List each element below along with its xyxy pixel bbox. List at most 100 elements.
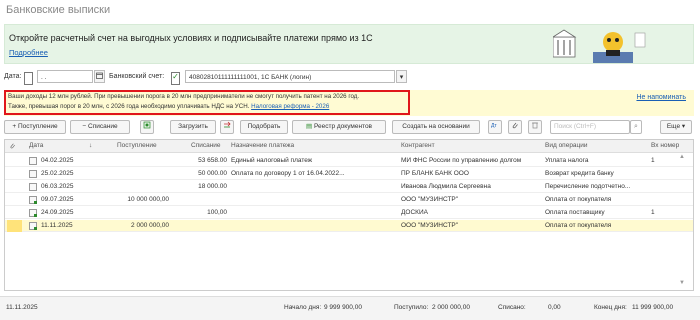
sort-desc-icon: ↓ (89, 142, 93, 149)
end-balance-label: Конец дня: (594, 304, 627, 311)
dt-kt-icon: Дт (491, 123, 497, 129)
table-row[interactable]: 24.09.2025 100,00 ДОСКИА Оплата поставщи… (5, 207, 693, 219)
row-date: 04.02.2025 (41, 157, 74, 164)
attach-button[interactable] (508, 120, 522, 134)
row-expense: 53 658.00 (198, 157, 227, 164)
row-counterparty: ПР БЛАНК БАНК ООО (401, 170, 469, 177)
row-operation: Оплата от покупателя (545, 222, 612, 229)
row-expense: 18 000.00 (198, 183, 227, 190)
row-counterparty: ДОСКИА (401, 209, 428, 216)
add-expense-button[interactable]: − Списание (70, 120, 130, 134)
row-counterparty: Иванова Людмила Сергеевна (401, 183, 491, 190)
exchange-button[interactable] (220, 120, 234, 134)
tax-notice-banner: Ваши доходы 12 млн рублей. При превышени… (4, 90, 694, 116)
start-balance-value: 9 999 900,00 (324, 304, 362, 311)
attachment-column-icon (9, 142, 16, 151)
notice-line-2: Также, превышая порог в 20 млн, с 2026 г… (8, 103, 329, 110)
row-purpose: Оплата по договору 1 от 16.04.2022... (231, 170, 345, 177)
header-purpose[interactable]: Назначение платежа (231, 142, 294, 149)
match-button[interactable]: Подобрать (240, 120, 288, 134)
date-label: Дата: (4, 73, 22, 80)
document-registry-button[interactable]: ▤ Реестр документов (292, 120, 386, 134)
settings-button[interactable]: Дт (488, 120, 502, 134)
scroll-down-arrow[interactable]: ▼ (679, 280, 687, 288)
toolbar: + Поступление − Списание Загрузить Подоб… (4, 120, 694, 135)
row-date: 25.02.2025 (41, 170, 74, 177)
row-operation: Возврат кредита банку (545, 170, 614, 177)
footer-date: 11.11.2025 (6, 304, 38, 311)
row-operation: Уплата налога (545, 157, 589, 164)
start-balance-label: Начало дня: (284, 304, 322, 311)
header-expense[interactable]: Списание (191, 142, 221, 149)
document-button[interactable] (140, 120, 154, 134)
account-filter-checkbox[interactable]: ✓ (171, 72, 180, 85)
header-counterparty[interactable]: Контрагент (401, 142, 435, 149)
statements-table: Дата ↓ Поступление Списание Назначение п… (4, 139, 694, 291)
table-header: Дата ↓ Поступление Списание Назначение п… (5, 140, 693, 153)
dont-remind-link[interactable]: Не напоминать (636, 94, 686, 101)
table-row[interactable]: 06.03.2025 18 000.00 Иванова Людмила Сер… (5, 181, 693, 193)
table-row[interactable]: 04.02.2025 53 658.00 Единый налоговый пл… (5, 155, 693, 167)
row-income: 10 000 000,00 (127, 196, 169, 203)
table-row-selected[interactable]: 11.11.2025 2 000 000,00 ООО "МУЗИНСТР" О… (5, 220, 693, 232)
table-row[interactable]: 09.07.2025 10 000 000,00 ООО "МУЗИНСТР" … (5, 194, 693, 206)
income-total-label: Поступило: (394, 304, 429, 311)
filter-bar: Дата: . . Банковский счет: ✓ 40802810111… (4, 70, 694, 85)
row-counterparty: ООО "МУЗИНСТР" (401, 222, 459, 229)
row-expense: 50 000.00 (198, 170, 227, 177)
row-purpose: Единый налоговый платеж (231, 157, 313, 164)
row-number: 1 (651, 209, 655, 216)
header-number[interactable]: Вх номер (651, 142, 679, 149)
incoming-doc-icon (29, 222, 37, 230)
summary-footer: 11.11.2025 Начало дня: 9 999 900,00 Пост… (0, 296, 700, 320)
row-date: 24.09.2025 (41, 209, 74, 216)
row-date: 09.07.2025 (41, 196, 74, 203)
delete-button[interactable] (528, 120, 542, 134)
row-expense: 100,00 (207, 209, 227, 216)
tax-reform-link[interactable]: Налоговая реформа - 2026 (251, 103, 329, 110)
header-date[interactable]: Дата (29, 142, 43, 149)
row-number: 1 (651, 157, 655, 164)
search-icon: ⌕ (634, 123, 638, 130)
date-filter-checkbox[interactable] (24, 72, 33, 85)
table-row[interactable]: 25.02.2025 50 000.00 Оплата по договору … (5, 168, 693, 180)
more-menu-button[interactable]: Еще ▾ (660, 120, 692, 134)
paperclip-icon (10, 143, 15, 149)
row-date: 11.11.2025 (41, 222, 73, 229)
account-select[interactable]: 40802810111111111001, 1С БАНК (логин) (185, 70, 395, 83)
header-income[interactable]: Поступление (117, 142, 157, 149)
account-dropdown-button[interactable]: ▾ (396, 70, 407, 83)
outgoing-doc-icon (29, 209, 37, 217)
statement-doc-icon (29, 157, 37, 165)
notice-line-2-text: Также, превышая порог в 20 млн, с 2026 г… (8, 103, 250, 110)
expense-total-label: Списано: (498, 304, 526, 311)
incoming-doc-icon (29, 196, 37, 204)
income-total-value: 2 000 000,00 (432, 304, 470, 311)
promo-more-link[interactable]: Подробнее (9, 48, 48, 57)
row-income: 2 000 000,00 (131, 222, 169, 229)
create-based-on-button[interactable]: Создать на основании (392, 120, 480, 134)
account-label: Банковский счет: (109, 73, 165, 80)
current-row-marker (7, 220, 22, 232)
search-input[interactable]: Поиск (Ctrl+F) (550, 120, 630, 134)
expense-total-value: 0,00 (548, 304, 561, 311)
row-date: 06.03.2025 (41, 183, 74, 190)
statement-doc-icon (29, 183, 37, 191)
search-clear-button[interactable]: ⌕ (630, 120, 642, 134)
registry-icon: ▤ (305, 123, 313, 130)
promo-text: Откройте расчетный счет на выгодных усло… (9, 33, 373, 43)
registry-label: Реестр документов (313, 123, 373, 130)
load-button[interactable]: Загрузить (170, 120, 216, 134)
trash-icon (532, 122, 538, 129)
date-input[interactable]: . . (37, 70, 93, 83)
page-title: Банковские выписки (6, 4, 111, 16)
calendar-button[interactable] (94, 70, 105, 83)
bank-exchange-icon (224, 121, 231, 128)
document-green-icon (143, 121, 151, 129)
add-income-button[interactable]: + Поступление (4, 120, 66, 134)
header-operation[interactable]: Вид операции (545, 142, 588, 149)
notice-line-1: Ваши доходы 12 млн рублей. При превышени… (8, 93, 360, 100)
scroll-up-arrow[interactable]: ▲ (679, 154, 687, 162)
end-balance-value: 11 999 900,00 (632, 304, 674, 311)
row-counterparty: ООО "МУЗИНСТР" (401, 196, 459, 203)
